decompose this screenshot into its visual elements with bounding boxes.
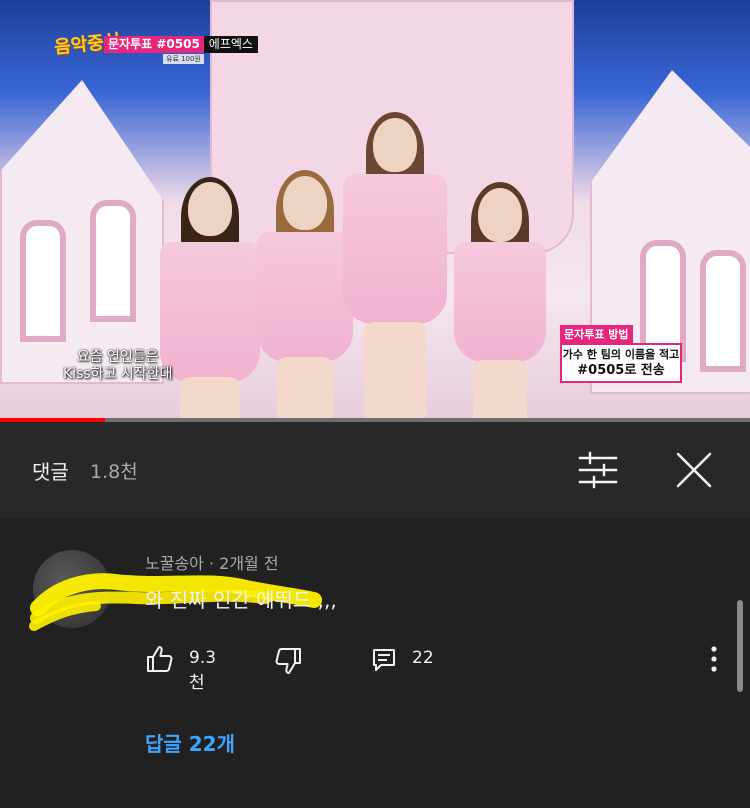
comments-title: 댓글 bbox=[32, 460, 69, 484]
comment-text: 와 진짜 인간 에뛰드 ,,, bbox=[145, 588, 337, 612]
sort-filter-icon[interactable] bbox=[576, 450, 620, 490]
vote-fee: 유료 100원 bbox=[163, 54, 204, 64]
vote-artist-name: 에프엑스 bbox=[203, 36, 258, 53]
vote-box-line-2: #0505로 전송 bbox=[577, 363, 665, 378]
close-icon[interactable] bbox=[672, 448, 716, 492]
more-vertical-icon[interactable] bbox=[700, 644, 728, 674]
vote-instructions-box: 문자투표 방법 가수 한 팀의 이름을 적고 #0505로 전송 bbox=[560, 323, 682, 383]
stage-window bbox=[20, 220, 66, 342]
like-count: 9.3천 bbox=[189, 648, 217, 693]
comments-count: 1.8천 bbox=[90, 461, 138, 483]
subtitle-line-1: 요즘 연인들은 bbox=[76, 349, 159, 365]
scrollbar[interactable] bbox=[737, 600, 743, 692]
comment-thread: 노꿀송아 · 2개월 전 와 진짜 인간 에뛰드 ,,, 9.3천 22 답글 … bbox=[0, 518, 750, 808]
thumbs-up-icon[interactable] bbox=[145, 644, 175, 674]
reply-count: 22 bbox=[412, 648, 434, 668]
comments-header: 댓글 1.8천 bbox=[0, 422, 750, 518]
subtitle-line-2: Kiss하고 시작한대 bbox=[63, 366, 173, 382]
video-subtitle: 요즘 연인들은 Kiss하고 시작한대 bbox=[63, 349, 172, 383]
vote-box-body: 가수 한 팀의 이름을 적고 #0505로 전송 bbox=[560, 343, 682, 383]
view-replies-link[interactable]: 답글 22개 bbox=[145, 728, 235, 757]
vote-box-title: 문자투표 방법 bbox=[560, 325, 633, 343]
performer bbox=[440, 182, 560, 422]
video-player[interactable]: 음악중심 문자투표 #0505 에프엑스 유료 100원 요즘 연인들은 Kis… bbox=[0, 0, 750, 422]
stage-window bbox=[90, 200, 136, 322]
thumbs-down-icon[interactable] bbox=[273, 646, 303, 676]
vote-banner: 문자투표 #0505 에프엑스 bbox=[104, 36, 258, 53]
reply-icon[interactable] bbox=[371, 647, 397, 673]
vote-tag: 문자투표 #0505 bbox=[104, 36, 204, 53]
vote-box-line-1: 가수 한 팀의 이름을 적고 bbox=[562, 348, 680, 361]
stage-window bbox=[700, 250, 746, 372]
